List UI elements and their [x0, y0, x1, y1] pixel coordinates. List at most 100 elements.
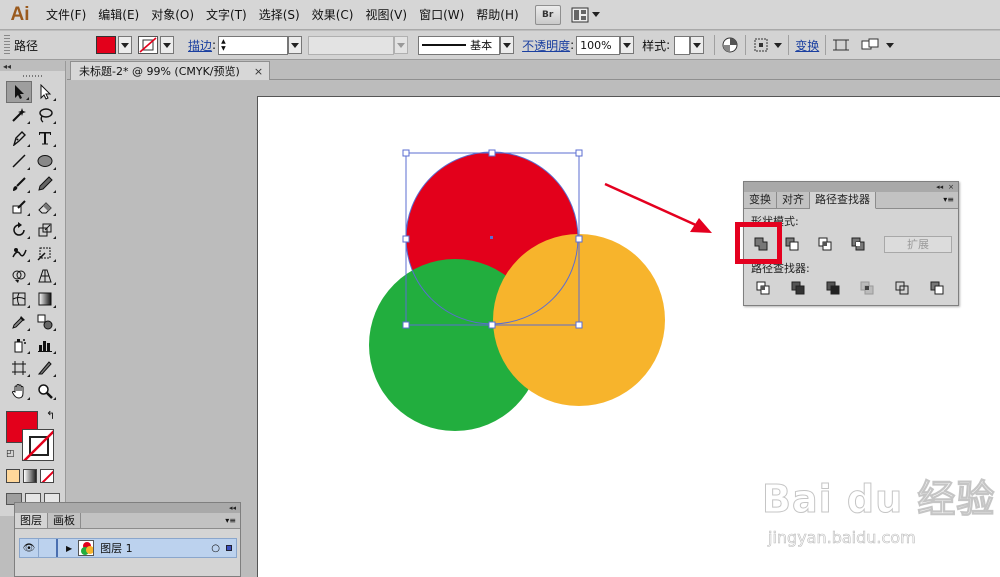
- arrange-documents-button[interactable]: [571, 5, 605, 25]
- lock-toggle[interactable]: [38, 539, 58, 557]
- rotate-tool[interactable]: [6, 219, 32, 241]
- menu-effect[interactable]: 效果(C): [306, 0, 360, 30]
- color-mode-button[interactable]: [6, 469, 20, 483]
- menu-select[interactable]: 选择(S): [253, 0, 306, 30]
- perspective-grid-tool[interactable]: [32, 265, 58, 287]
- visibility-eye-icon[interactable]: 👁: [20, 543, 38, 554]
- exclude-button[interactable]: [848, 235, 868, 253]
- transform-link[interactable]: 变换: [795, 37, 819, 54]
- gradient-mode-button[interactable]: [23, 469, 37, 483]
- stroke-color-box[interactable]: [22, 429, 54, 461]
- stroke-link[interactable]: 描边: [188, 37, 212, 54]
- tab-pathfinder[interactable]: 路径查找器: [810, 192, 876, 209]
- merge-button[interactable]: [823, 279, 843, 297]
- eyedropper-tool[interactable]: [6, 311, 32, 333]
- fill-swatch[interactable]: [96, 36, 117, 54]
- bridge-button[interactable]: Br: [534, 4, 561, 25]
- stroke-weight-dropdown[interactable]: [288, 36, 303, 54]
- target-circle-icon[interactable]: ○: [211, 543, 220, 554]
- trim-button[interactable]: [788, 279, 808, 297]
- direct-selection-tool[interactable]: [32, 81, 58, 103]
- gradient-tool[interactable]: [32, 288, 58, 310]
- panel-options-icon[interactable]: [860, 36, 882, 54]
- divide-button[interactable]: [753, 279, 773, 297]
- warp-tool[interactable]: [6, 242, 32, 264]
- selection-tool[interactable]: [6, 81, 32, 103]
- align-selection-icon[interactable]: [752, 36, 772, 54]
- menu-help[interactable]: 帮助(H): [470, 0, 524, 30]
- outline-button[interactable]: [892, 279, 912, 297]
- free-transform-tool[interactable]: [32, 242, 58, 264]
- panel-menu-icon[interactable]: ▾≡: [943, 195, 954, 204]
- brush-field[interactable]: 基本: [418, 35, 501, 55]
- recolor-artwork-icon[interactable]: [721, 36, 739, 54]
- style-swatch[interactable]: [674, 35, 691, 55]
- tools-panel-grip[interactable]: [0, 71, 65, 81]
- eraser-tool[interactable]: [32, 196, 58, 218]
- mesh-tool[interactable]: [6, 288, 32, 310]
- menu-object[interactable]: 对象(O): [145, 0, 200, 30]
- pencil-tool[interactable]: [32, 173, 58, 195]
- selection-indicator-icon[interactable]: [226, 545, 232, 551]
- artboard-tool[interactable]: [6, 357, 32, 379]
- collapse-icon[interactable]: ◂◂: [936, 183, 943, 191]
- crop-button[interactable]: [857, 279, 877, 297]
- tab-artboards[interactable]: 画板: [48, 513, 81, 528]
- line-segment-tool[interactable]: [6, 150, 32, 172]
- tab-align[interactable]: 对齐: [777, 192, 810, 208]
- minus-back-button[interactable]: [927, 279, 947, 297]
- variable-width-dropdown[interactable]: [394, 36, 409, 54]
- stroke-dropdown[interactable]: [160, 36, 175, 54]
- layer-row[interactable]: 👁 ▶ 图层 1 ○: [19, 538, 237, 558]
- close-icon[interactable]: ×: [254, 65, 263, 78]
- expand-button[interactable]: 扩展: [884, 236, 952, 253]
- chevron-down-icon[interactable]: [774, 42, 783, 48]
- opacity-field[interactable]: 100%: [576, 35, 621, 55]
- opacity-dropdown[interactable]: [620, 36, 635, 54]
- expand-triangle-icon[interactable]: ▶: [66, 544, 72, 553]
- fill-dropdown[interactable]: [118, 36, 133, 54]
- stroke-swatch[interactable]: [138, 36, 159, 54]
- collapse-icon[interactable]: ◂◂: [3, 62, 11, 71]
- type-tool[interactable]: [32, 127, 58, 149]
- magic-wand-tool[interactable]: [6, 104, 32, 126]
- zoom-tool[interactable]: [32, 380, 58, 402]
- close-panel-icon[interactable]: ×: [948, 183, 954, 191]
- variable-width-field[interactable]: [308, 35, 395, 55]
- minus-front-button[interactable]: [782, 235, 802, 253]
- menu-edit[interactable]: 编辑(E): [92, 0, 145, 30]
- pen-tool[interactable]: [6, 127, 32, 149]
- opacity-link[interactable]: 不透明度: [522, 37, 570, 54]
- menu-file[interactable]: 文件(F): [40, 0, 92, 30]
- ellipse-tool[interactable]: [32, 150, 58, 172]
- tab-transform[interactable]: 变换: [744, 192, 777, 208]
- blend-tool[interactable]: [32, 311, 58, 333]
- style-dropdown[interactable]: [690, 36, 705, 54]
- swap-fill-stroke-icon[interactable]: ↰: [46, 409, 55, 422]
- scale-tool[interactable]: [32, 219, 58, 241]
- symbol-sprayer-tool[interactable]: [6, 334, 32, 356]
- document-tab[interactable]: 未标题-2* @ 99% (CMYK/预览) ×: [70, 61, 271, 80]
- stroke-weight-field[interactable]: ▲ ▼: [218, 35, 289, 55]
- intersect-button[interactable]: [815, 235, 835, 253]
- blob-brush-tool[interactable]: [6, 196, 32, 218]
- paintbrush-tool[interactable]: [6, 173, 32, 195]
- menu-type[interactable]: 文字(T): [200, 0, 253, 30]
- lasso-tool[interactable]: [32, 104, 58, 126]
- default-fill-stroke-icon[interactable]: ◰: [6, 449, 15, 459]
- isolate-icon[interactable]: [832, 36, 850, 54]
- column-graph-tool[interactable]: [32, 334, 58, 356]
- tab-layers[interactable]: 图层: [15, 513, 48, 528]
- brush-dropdown[interactable]: [500, 36, 515, 54]
- panel-menu-icon[interactable]: ▾≡: [225, 516, 236, 525]
- none-mode-button[interactable]: [40, 469, 54, 483]
- menu-window[interactable]: 窗口(W): [413, 0, 470, 30]
- shape-builder-tool[interactable]: [6, 265, 32, 287]
- menu-view[interactable]: 视图(V): [359, 0, 413, 30]
- hand-tool[interactable]: [6, 380, 32, 402]
- control-bar-grip[interactable]: [4, 35, 10, 55]
- collapse-icon[interactable]: ◂◂: [229, 504, 236, 512]
- layer-name[interactable]: 图层 1: [100, 540, 133, 556]
- slice-tool[interactable]: [32, 357, 58, 379]
- chevron-down-icon[interactable]: [886, 42, 895, 48]
